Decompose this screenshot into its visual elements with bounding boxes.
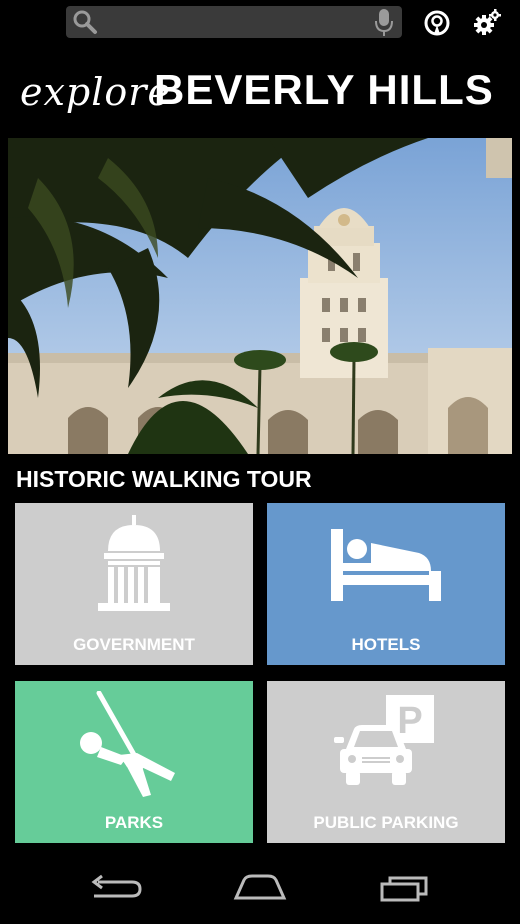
government-label: GOVERNMENT: [73, 635, 195, 654]
section-title: HISTORIC WALKING TOUR: [16, 466, 312, 492]
microphone-icon[interactable]: [374, 7, 394, 37]
app-logo: explore BEVERLY HILLS: [20, 66, 510, 116]
capitol-building-icon: [98, 515, 170, 611]
search-bar[interactable]: [66, 6, 402, 38]
public-parking-label: PUBLIC PARKING: [313, 813, 459, 832]
hotels-tile[interactable]: HOTELS: [267, 503, 505, 665]
home-icon[interactable]: [232, 872, 288, 904]
location-broadcast-icon[interactable]: [422, 8, 452, 38]
system-navigation-bar: [0, 850, 520, 924]
hero-image: [8, 138, 512, 454]
hotels-label: HOTELS: [351, 635, 421, 654]
government-tile[interactable]: GOVERNMENT: [15, 503, 253, 665]
settings-gears-icon[interactable]: [472, 8, 502, 38]
public-parking-tile[interactable]: P PUBLIC PARKING: [267, 681, 505, 843]
logo-script-text: explore: [20, 70, 171, 114]
recents-icon[interactable]: [378, 872, 434, 904]
back-icon[interactable]: [88, 872, 144, 904]
city-hall-photo: [8, 138, 512, 454]
search-icon: [73, 10, 97, 34]
swing-icon: [80, 691, 175, 797]
svg-text:P: P: [397, 700, 422, 742]
parks-tile[interactable]: PARKS: [15, 681, 253, 843]
logo-main-text: BEVERLY HILLS: [154, 66, 494, 113]
parking-car-icon: P: [334, 695, 434, 785]
hotel-bed-icon: [331, 529, 441, 601]
parks-label: PARKS: [104, 813, 164, 832]
